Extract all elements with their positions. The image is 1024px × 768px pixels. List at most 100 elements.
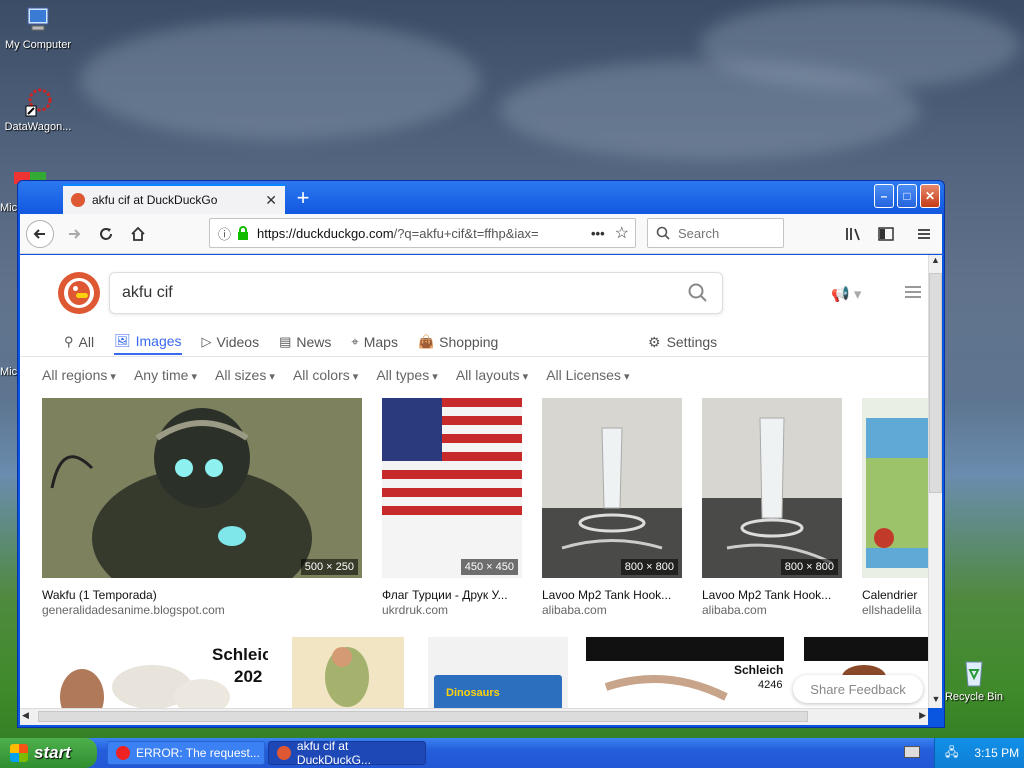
horizontal-scrollbar[interactable]: ◀ ▶ [20, 708, 928, 725]
home-icon [131, 226, 145, 241]
image-result[interactable]: 800 × 800 Lavoo Mp2 Tank Hook... alibaba… [542, 398, 682, 618]
info-icon[interactable]: ⓘ [218, 224, 231, 243]
filter-time[interactable]: Any time [134, 367, 197, 383]
taskbar-item[interactable]: ERROR: The request... [107, 741, 265, 765]
shopping-bag-icon: 👜 [417, 334, 435, 349]
settings-sliders-icon: ⚙ [648, 333, 661, 350]
result-source[interactable]: ellshadelila [862, 603, 928, 617]
scroll-thumb[interactable] [38, 711, 808, 722]
tab-all[interactable]: ⚲ All [64, 329, 94, 355]
image-result[interactable]: Dinosaurs [428, 637, 568, 708]
product-text: 202 [234, 667, 263, 686]
menu-button[interactable] [910, 220, 938, 248]
settings-link[interactable]: ⚙ Settings [648, 329, 717, 355]
result-source[interactable]: alibaba.com [702, 603, 842, 617]
tab-label: All [78, 334, 95, 350]
search-submit-icon[interactable] [688, 283, 708, 303]
filter-region[interactable]: All regions [42, 367, 116, 383]
image-result[interactable]: Calendrier ellshadelila [862, 398, 928, 618]
product-text: Dinosaurs [446, 687, 500, 699]
result-thumbnail[interactable] [42, 398, 362, 578]
result-thumbnail[interactable] [542, 398, 682, 578]
result-thumbnail[interactable] [382, 398, 522, 578]
privacy-megaphone-icon[interactable]: 📢 ▾ [831, 285, 861, 303]
tab-videos[interactable]: ▷ Videos [202, 329, 260, 355]
library-button[interactable] [840, 220, 868, 248]
duckduckgo-favicon-icon [277, 746, 291, 760]
url-bar[interactable]: ⓘ https://duckduckgo.com /?q=akfu+cif&t=… [209, 218, 636, 248]
result-title[interactable]: Lavoo Mp2 Tank Hook... [702, 588, 842, 602]
minimize-button[interactable]: – [874, 184, 894, 208]
desktop-icon-datawagon[interactable]: DataWagon... [0, 86, 76, 133]
computer-icon [22, 4, 54, 36]
start-label: start [34, 743, 71, 762]
back-button[interactable] [26, 220, 54, 248]
result-source[interactable]: generalidadesanime.blogspot.com [42, 603, 362, 617]
ddg-menu-icon[interactable] [904, 285, 922, 304]
search-input[interactable]: Search [647, 218, 784, 248]
result-thumbnail[interactable] [862, 398, 928, 578]
nav-toolbar: ⓘ https://duckduckgo.com /?q=akfu+cif&t=… [20, 214, 942, 254]
browser-window: akfu cif at DuckDuckGo ✕ + – □ ✕ ⓘ https… [17, 180, 945, 728]
search-icon: ⚲ [64, 334, 74, 349]
result-title[interactable]: Wakfu (1 Temporada) [42, 588, 362, 602]
taskbar-item[interactable]: akfu cif at DuckDuckG... [268, 739, 426, 767]
product-text: Schleic [212, 645, 268, 664]
scroll-right-arrow-icon[interactable]: ▶ [919, 710, 926, 721]
result-title[interactable]: Calendrier [862, 588, 928, 602]
image-result[interactable]: Schleic 202 [42, 637, 268, 708]
vertical-scrollbar[interactable]: ▲ ▼ [928, 255, 942, 708]
network-icon[interactable]: 🖧 [945, 743, 958, 764]
home-button[interactable] [124, 220, 152, 248]
forward-button[interactable] [60, 220, 88, 248]
tab-label: Images [135, 333, 182, 349]
duckduckgo-logo[interactable] [58, 272, 100, 314]
result-title[interactable]: Флаг Турции - Друк У... [382, 588, 522, 602]
start-button[interactable]: start [0, 738, 97, 768]
tab-news[interactable]: ▤ News [279, 329, 331, 355]
image-result[interactable]: Schleich 4246 [586, 637, 784, 708]
reload-button[interactable] [92, 220, 120, 248]
tab-title: akfu cif at DuckDuckGo [92, 193, 218, 207]
browser-tab[interactable]: akfu cif at DuckDuckGo ✕ [63, 184, 285, 214]
tab-shopping[interactable]: 👜 Shopping [418, 329, 498, 355]
page-actions-icon[interactable]: ••• [591, 226, 605, 241]
result-thumbnail[interactable] [702, 398, 842, 578]
result-title[interactable]: Lavoo Mp2 Tank Hook... [542, 588, 682, 602]
clock[interactable]: 3:15 PM [974, 746, 1019, 760]
tab-close-icon[interactable]: ✕ [265, 192, 277, 209]
search-placeholder: Search [678, 225, 720, 241]
result-source[interactable]: alibaba.com [542, 603, 682, 617]
image-result[interactable]: 450 × 450 Флаг Турции - Друк У... ukrdru… [382, 398, 522, 618]
scroll-down-arrow-icon[interactable]: ▼ [929, 694, 943, 708]
sidebar-button[interactable] [872, 220, 900, 248]
tab-label: Videos [216, 334, 260, 350]
play-icon: ▷ [201, 334, 212, 349]
image-result[interactable] [292, 637, 404, 708]
filter-license[interactable]: All Licenses [546, 367, 629, 383]
new-tab-button[interactable]: + [290, 185, 316, 211]
scroll-up-arrow-icon[interactable]: ▲ [929, 255, 942, 269]
maximize-button[interactable]: □ [897, 184, 917, 208]
scroll-thumb[interactable] [929, 273, 942, 493]
filter-size[interactable]: All sizes [215, 367, 275, 383]
keyboard-icon[interactable] [904, 746, 920, 758]
image-result[interactable]: 500 × 250 Wakfu (1 Temporada) generalida… [42, 398, 362, 618]
filter-layout[interactable]: All layouts [456, 367, 528, 383]
close-window-button[interactable]: ✕ [920, 184, 940, 208]
query-search-box[interactable]: akfu cif [109, 272, 723, 314]
datawagon-icon [22, 86, 54, 118]
filter-color[interactable]: All colors [293, 367, 358, 383]
scroll-left-arrow-icon[interactable]: ◀ [22, 710, 29, 721]
desktop-icon-recycle-bin[interactable]: Recycle Bin [936, 656, 1012, 703]
bookmark-star-icon[interactable]: ☆ [615, 223, 629, 243]
tab-label: Shopping [439, 334, 499, 350]
url-host: https://duckduckgo.com [257, 225, 394, 241]
filter-type[interactable]: All types [376, 367, 438, 383]
tab-maps[interactable]: ⌖ Maps [351, 329, 398, 355]
share-feedback-button[interactable]: Share Feedback [793, 675, 923, 703]
desktop-icon-my-computer[interactable]: My Computer [0, 4, 76, 51]
image-result[interactable]: 800 × 800 Lavoo Mp2 Tank Hook... alibaba… [702, 398, 842, 618]
result-source[interactable]: ukrdruk.com [382, 603, 522, 617]
tab-images[interactable]: 🖼 Images [114, 329, 182, 355]
